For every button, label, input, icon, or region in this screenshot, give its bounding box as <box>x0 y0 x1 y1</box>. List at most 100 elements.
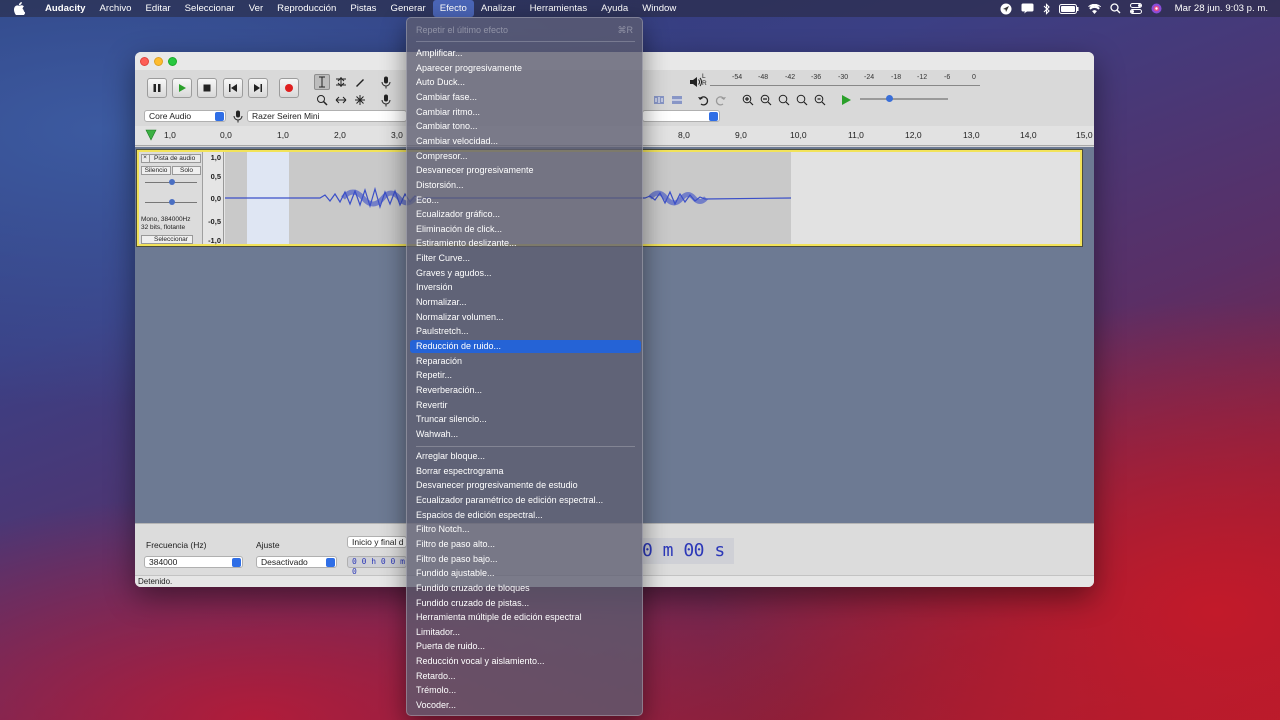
effect-menu-item[interactable]: Revertir <box>410 399 641 412</box>
minimize-window-button[interactable] <box>154 57 163 66</box>
effect-menu-item[interactable]: Graves y agudos... <box>410 267 641 280</box>
menu-herramientas[interactable]: Herramientas <box>523 0 595 17</box>
effect-menu-item[interactable]: Ecualizador paramétrico de edición espec… <box>410 494 641 507</box>
output-device-select[interactable] <box>642 110 720 122</box>
audio-host-select[interactable]: Core Audio <box>144 110 226 122</box>
solo-button[interactable]: Solo <box>172 166 201 175</box>
effect-menu-item[interactable]: Amplificar... <box>410 47 641 60</box>
effect-menu-item[interactable]: Cambiar velocidad... <box>410 135 641 148</box>
effect-menu-item[interactable]: Desvanecer progresivamente de estudio <box>410 479 641 492</box>
effect-menu-item[interactable]: Auto Duck... <box>410 76 641 89</box>
effect-menu-item[interactable]: Normalizar volumen... <box>410 311 641 324</box>
effect-menu-item[interactable]: Wahwah... <box>410 428 641 441</box>
effect-menu-item[interactable]: Vocoder... <box>410 699 641 712</box>
zoom-tool-icon[interactable] <box>314 92 330 108</box>
play-speed-slider[interactable] <box>860 95 948 102</box>
menu-analizar[interactable]: Analizar <box>474 0 523 17</box>
menu-pistas[interactable]: Pistas <box>343 0 383 17</box>
search-icon[interactable] <box>1110 3 1121 14</box>
play-button[interactable] <box>172 78 192 98</box>
undo-icon[interactable] <box>695 92 711 108</box>
effect-menu-item[interactable]: Compresor... <box>410 150 641 163</box>
menu-ayuda[interactable]: Ayuda <box>594 0 635 17</box>
playback-meter[interactable]: -54 -48 -42 -36 -30 -24 -18 -12 -6 0 <box>710 74 980 86</box>
effect-menu-item[interactable]: Truncar silencio... <box>410 413 641 426</box>
effect-menu-item[interactable]: Filtro de paso bajo... <box>410 553 641 566</box>
effect-menu-item[interactable]: Puerta de ruido... <box>410 640 641 653</box>
play-at-speed-icon[interactable] <box>838 92 854 108</box>
effect-menu-item[interactable]: Cambiar fase... <box>410 91 641 104</box>
effect-menu-item[interactable]: Fundido cruzado de bloques <box>410 582 641 595</box>
effect-menu-item[interactable]: Estiramiento deslizante... <box>410 237 641 250</box>
menu-window[interactable]: Window <box>635 0 683 17</box>
draw-tool-icon[interactable] <box>352 74 368 90</box>
menu-ver[interactable]: Ver <box>242 0 270 17</box>
gain-slider[interactable] <box>145 179 197 185</box>
effect-menu-item[interactable]: Desvanecer progresivamente <box>410 164 641 177</box>
fit-project-icon[interactable] <box>794 92 810 108</box>
effect-menu-item[interactable]: Reparación <box>410 355 641 368</box>
bluetooth-icon[interactable] <box>1043 2 1050 15</box>
effect-menu-item[interactable]: Fundido cruzado de pistas... <box>410 597 641 610</box>
effect-menu-item[interactable]: Filtro de paso alto... <box>410 538 641 551</box>
effect-menu-item[interactable]: Distorsión... <box>410 179 641 192</box>
effect-menu-item[interactable]: Cambiar tono... <box>410 120 641 133</box>
wifi-icon[interactable] <box>1087 3 1101 14</box>
mute-button[interactable]: Silencio <box>141 166 171 175</box>
waveform-canvas[interactable] <box>225 152 1080 244</box>
effect-menu-item[interactable]: Filter Curve... <box>410 252 641 265</box>
zoom-in-icon[interactable] <box>740 92 756 108</box>
effect-menu-item[interactable]: Limitador... <box>410 626 641 639</box>
snap-select[interactable]: Desactivado <box>256 556 337 568</box>
range-mode-select[interactable]: Inicio y final d <box>347 536 407 548</box>
selection-tool-icon[interactable] <box>314 74 330 90</box>
input-device-select[interactable]: Razer Seiren Mini <box>247 110 407 122</box>
effect-menu-item[interactable]: Filtro Notch... <box>410 523 641 536</box>
effect-menu-item[interactable]: Paulstretch... <box>410 325 641 338</box>
fit-selection-icon[interactable] <box>776 92 792 108</box>
redo-icon[interactable] <box>713 92 729 108</box>
effect-menu-item[interactable]: Normalizar... <box>410 296 641 309</box>
pan-thumb[interactable] <box>169 199 175 205</box>
zoom-out-icon[interactable] <box>758 92 774 108</box>
skip-start-button[interactable] <box>223 78 243 98</box>
zoom-window-button[interactable] <box>168 57 177 66</box>
effect-menu-item[interactable]: Trémolo... <box>410 684 641 697</box>
speaker-icon[interactable] <box>687 74 703 90</box>
silence-audio-icon[interactable] <box>669 92 685 108</box>
trim-audio-icon[interactable] <box>651 92 667 108</box>
timeshift-tool-icon[interactable] <box>333 92 349 108</box>
notes-icon[interactable] <box>1021 3 1034 14</box>
effect-menu-item[interactable]: Retardo... <box>410 670 641 683</box>
menu-efecto[interactable]: Efecto <box>432 0 474 17</box>
clock[interactable]: Mar 28 jun. 9:03 p. m. <box>1175 3 1268 14</box>
vertical-scale[interactable]: 1,0 0,5 0,0 -0,5 -1,0 <box>204 152 224 245</box>
record-button[interactable] <box>279 78 299 98</box>
envelope-tool-icon[interactable] <box>333 74 349 90</box>
zoom-toggle-icon[interactable] <box>812 92 828 108</box>
menu-archivo[interactable]: Archivo <box>93 0 139 17</box>
menu-editar[interactable]: Editar <box>139 0 178 17</box>
effect-menu-item[interactable]: Borrar espectrograma <box>410 465 641 478</box>
effect-menu-item[interactable]: Ecualizador gráfico... <box>410 208 641 221</box>
play-speed-thumb[interactable] <box>886 95 893 102</box>
control-center-icon[interactable] <box>1129 3 1142 14</box>
track-close-button[interactable]: × <box>141 154 150 163</box>
menu-reproduccion[interactable]: Reproducción <box>270 0 343 17</box>
effect-menu-item[interactable]: Reverberación... <box>410 384 641 397</box>
stop-button[interactable] <box>197 78 217 98</box>
selection-start-time[interactable]: 0 0 h 0 0 m 0 <box>347 556 407 576</box>
menu-generar[interactable]: Generar <box>383 0 432 17</box>
ruler-play-icon[interactable] <box>145 129 157 141</box>
battery-icon[interactable] <box>1058 3 1079 14</box>
menu-app-name[interactable]: Audacity <box>38 0 93 17</box>
effect-menu-item[interactable]: Herramienta múltiple de edición espectra… <box>410 611 641 624</box>
gain-thumb[interactable] <box>169 179 175 185</box>
track-select-button[interactable]: Seleccionar <box>141 235 193 244</box>
siri-icon[interactable] <box>1151 3 1162 14</box>
effect-menu-item[interactable]: Reducción vocal y aislamiento... <box>410 655 641 668</box>
effect-menu-item[interactable]: Aparecer progresivamente <box>410 62 641 75</box>
record-meter-mic-icon[interactable] <box>378 74 394 90</box>
location-icon[interactable] <box>1000 3 1012 15</box>
effect-menu-item[interactable]: Arreglar bloque... <box>410 450 641 463</box>
